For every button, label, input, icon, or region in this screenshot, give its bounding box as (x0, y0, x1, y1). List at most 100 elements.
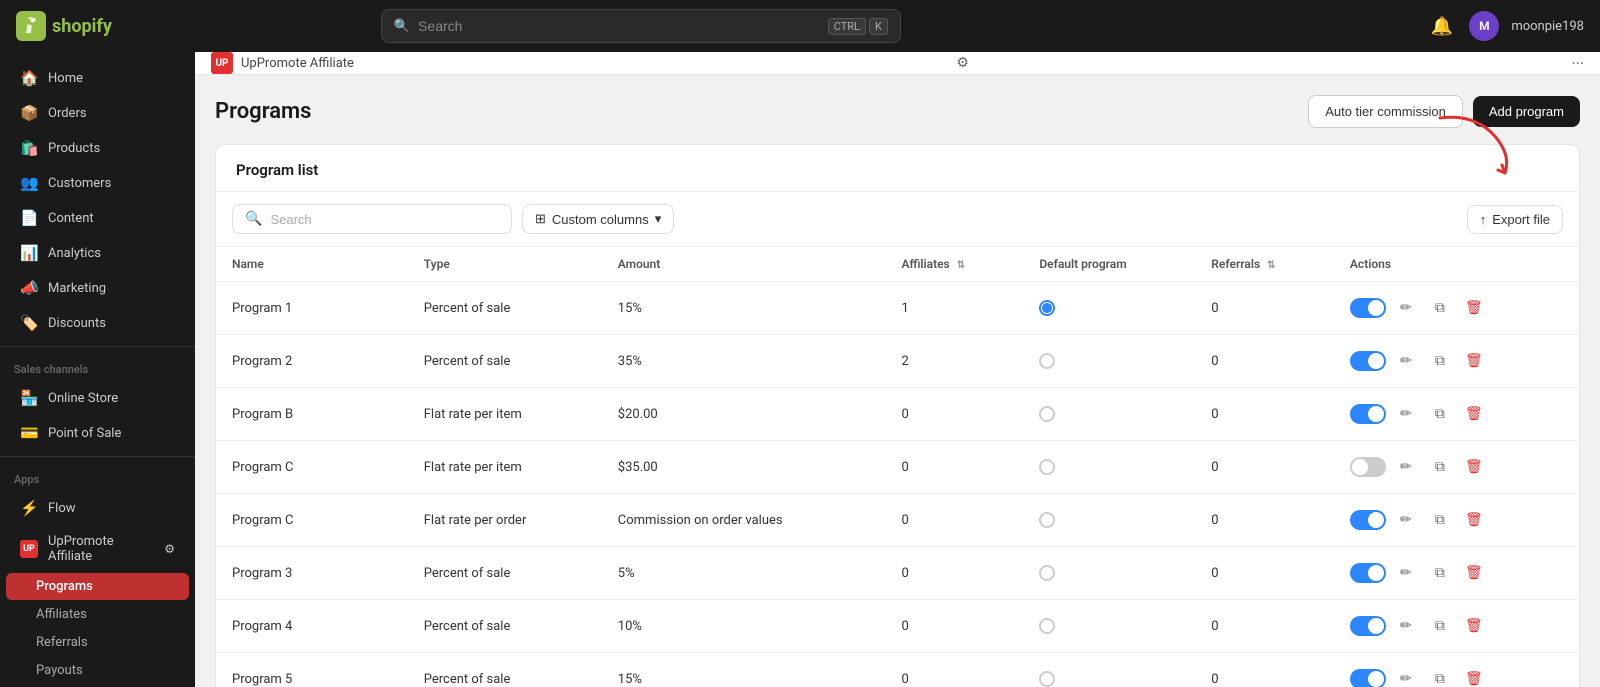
copy-icon[interactable]: ⧉ (1426, 453, 1454, 481)
cell-affiliates: 0 (885, 547, 1023, 600)
table-row: Program C Flat rate per order Commission… (216, 494, 1579, 547)
sidebar-item-label: Marketing (48, 281, 106, 296)
edit-icon[interactable]: ✏ (1392, 559, 1420, 587)
toolbar-right: ↑ Export file (1467, 205, 1563, 234)
col-amount: Amount (602, 247, 886, 282)
delete-icon[interactable]: 🗑 (1460, 665, 1488, 687)
copy-icon[interactable]: ⧉ (1426, 294, 1454, 322)
edit-icon[interactable]: ✏ (1392, 400, 1420, 428)
sidebar-sub-payouts[interactable]: Payouts (6, 657, 189, 684)
sidebar-item-marketing[interactable]: 📣 Marketing (6, 271, 189, 305)
action-icons: ✏ ⧉ 🗑 (1350, 506, 1563, 534)
program-toggle[interactable] (1350, 563, 1386, 583)
sidebar-item-uppromote[interactable]: UP UpPromote Affiliate ⚙ (6, 526, 189, 572)
sidebar-item-customers[interactable]: 👥 Customers (6, 166, 189, 200)
program-toggle[interactable] (1350, 510, 1386, 530)
cell-amount: $35.00 (602, 441, 886, 494)
col-type: Type (408, 247, 602, 282)
cell-affiliates: 2 (885, 335, 1023, 388)
copy-icon[interactable]: ⧉ (1426, 665, 1454, 687)
default-radio[interactable] (1039, 406, 1055, 422)
sidebar-item-products[interactable]: 🛍️ Products (6, 131, 189, 165)
delete-icon[interactable]: 🗑 (1460, 453, 1488, 481)
auto-tier-button[interactable]: Auto tier commission (1308, 95, 1463, 128)
uppromote-icon: UP (20, 540, 38, 558)
copy-icon[interactable]: ⧉ (1426, 612, 1454, 640)
program-toggle[interactable] (1350, 457, 1386, 477)
page-title: Programs (215, 99, 311, 124)
cell-name: Program 1 (216, 282, 408, 335)
default-radio[interactable] (1039, 459, 1055, 475)
topbar-right: 🔔 M moonpie198 (1427, 11, 1584, 41)
delete-icon[interactable]: 🗑 (1460, 294, 1488, 322)
search-bar[interactable]: 🔍 CTRL K (381, 9, 901, 43)
default-radio[interactable] (1039, 565, 1055, 581)
cell-referrals: 0 (1195, 600, 1334, 653)
default-radio[interactable] (1039, 512, 1055, 528)
sidebar-item-content[interactable]: 📄 Content (6, 201, 189, 235)
settings-icon[interactable]: ⚙ (956, 55, 969, 71)
cell-actions: ✏ ⧉ 🗑 (1334, 388, 1579, 441)
delete-icon[interactable]: 🗑 (1460, 400, 1488, 428)
cell-amount: 15% (602, 282, 886, 335)
edit-icon[interactable]: ✏ (1392, 612, 1420, 640)
more-options-icon[interactable]: ··· (1571, 54, 1584, 73)
edit-icon[interactable]: ✏ (1392, 347, 1420, 375)
sidebar-sub-referrals[interactable]: Referrals (6, 629, 189, 656)
cell-actions: ✏ ⧉ 🗑 (1334, 547, 1579, 600)
add-program-button[interactable]: Add program (1473, 96, 1580, 127)
copy-icon[interactable]: ⧉ (1426, 559, 1454, 587)
default-radio[interactable] (1039, 671, 1055, 687)
col-affiliates[interactable]: Affiliates ⇅ (885, 247, 1023, 282)
cell-name: Program C (216, 441, 408, 494)
program-toggle[interactable] (1350, 351, 1386, 371)
program-toggle[interactable] (1350, 669, 1386, 687)
sidebar-sub-affiliates[interactable]: Affiliates (6, 601, 189, 628)
sales-channels-header: Sales channels (0, 353, 195, 380)
col-referrals[interactable]: Referrals ⇅ (1195, 247, 1334, 282)
cell-amount: 10% (602, 600, 886, 653)
action-icons: ✏ ⧉ 🗑 (1350, 665, 1563, 687)
copy-icon[interactable]: ⧉ (1426, 400, 1454, 428)
sidebar-item-flow[interactable]: ⚡ Flow (6, 491, 189, 525)
sidebar-item-orders[interactable]: 📦 Orders (6, 96, 189, 130)
sidebar-item-point-of-sale[interactable]: 💳 Point of Sale (6, 416, 189, 450)
program-search-box[interactable]: 🔍 (232, 204, 512, 234)
cell-affiliates: 1 (885, 282, 1023, 335)
delete-icon[interactable]: 🗑 (1460, 612, 1488, 640)
notification-button[interactable]: 🔔 (1427, 12, 1457, 41)
default-radio[interactable] (1039, 353, 1055, 369)
sidebar-item-discounts[interactable]: 🏷️ Discounts (6, 306, 189, 340)
table-row: Program 1 Percent of sale 15% 1 0 ✏ ⧉ 🗑 (216, 282, 1579, 335)
program-toggle[interactable] (1350, 404, 1386, 424)
edit-icon[interactable]: ✏ (1392, 453, 1420, 481)
card-toolbar: 🔍 ⊞ Custom columns ▾ ↑ Export file (216, 192, 1579, 247)
delete-icon[interactable]: 🗑 (1460, 506, 1488, 534)
delete-icon[interactable]: 🗑 (1460, 347, 1488, 375)
home-icon: 🏠 (20, 69, 38, 87)
program-toggle[interactable] (1350, 616, 1386, 636)
program-search-input[interactable] (270, 212, 499, 227)
default-radio[interactable] (1039, 618, 1055, 634)
sidebar-item-analytics[interactable]: 📊 Analytics (6, 236, 189, 270)
sidebar-item-home[interactable]: 🏠 Home (6, 61, 189, 95)
sidebar-item-online-store[interactable]: 🏪 Online Store (6, 381, 189, 415)
sidebar: 🏠 Home 📦 Orders 🛍️ Products 👥 Customers … (0, 52, 195, 687)
col-actions: Actions (1334, 247, 1579, 282)
default-radio[interactable] (1039, 300, 1055, 316)
custom-columns-button[interactable]: ⊞ Custom columns ▾ (522, 204, 674, 234)
search-input[interactable] (418, 18, 820, 34)
ctrl-key: CTRL (828, 18, 866, 35)
edit-icon[interactable]: ✏ (1392, 506, 1420, 534)
cell-type: Flat rate per item (408, 441, 602, 494)
edit-icon[interactable]: ✏ (1392, 665, 1420, 687)
delete-icon[interactable]: 🗑 (1460, 559, 1488, 587)
edit-icon[interactable]: ✏ (1392, 294, 1420, 322)
sidebar-sub-programs[interactable]: Programs (6, 573, 189, 600)
export-button[interactable]: ↑ Export file (1467, 205, 1563, 234)
sidebar-divider-1 (0, 346, 195, 347)
copy-icon[interactable]: ⧉ (1426, 506, 1454, 534)
copy-icon[interactable]: ⧉ (1426, 347, 1454, 375)
program-toggle[interactable] (1350, 298, 1386, 318)
sidebar-item-label: Content (48, 211, 94, 226)
